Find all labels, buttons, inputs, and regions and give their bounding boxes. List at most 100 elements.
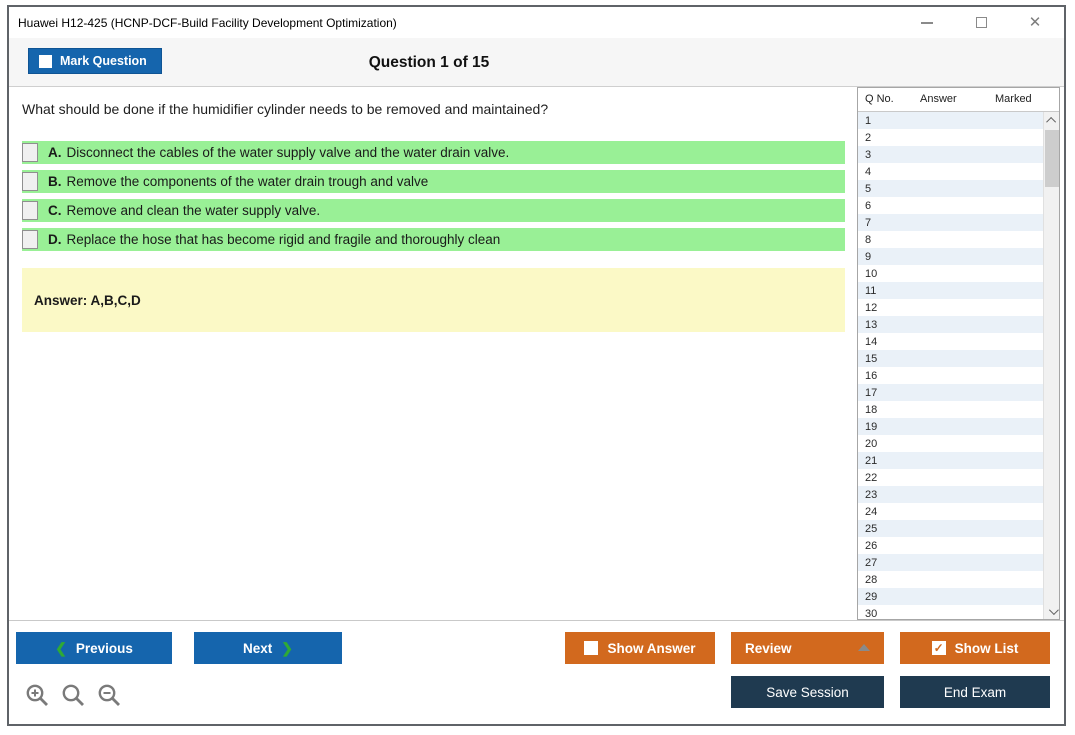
qlist-row[interactable]: 25	[858, 520, 1043, 537]
qlist-row-number: 26	[865, 539, 878, 552]
qlist-row[interactable]: 7	[858, 214, 1043, 231]
show-list-checkbox[interactable]: ✓	[931, 641, 946, 655]
save-session-button[interactable]: Save Session	[731, 676, 884, 708]
qlist-row[interactable]: 4	[858, 163, 1043, 180]
qlist-row-number: 8	[865, 233, 872, 246]
qlist-row[interactable]: 28	[858, 571, 1043, 588]
maximize-button[interactable]	[974, 16, 988, 30]
exam-window: Huawei H12-425 (HCNP-DCF-Build Facility …	[7, 5, 1066, 726]
scroll-thumb[interactable]	[1045, 130, 1059, 187]
zoom-reset-icon	[62, 684, 84, 706]
zoom-out-button[interactable]	[97, 683, 123, 709]
show-answer-label: Show Answer	[607, 640, 696, 656]
qlist-row[interactable]: 9	[858, 248, 1043, 265]
qlist-row-number: 25	[865, 522, 878, 535]
qlist-row[interactable]: 3	[858, 146, 1043, 163]
option-checkbox[interactable]	[22, 172, 38, 191]
end-exam-button[interactable]: End Exam	[900, 676, 1050, 708]
qlist-row[interactable]: 16	[858, 367, 1043, 384]
next-button[interactable]: Next ❯	[194, 632, 342, 664]
title-bar: Huawei H12-425 (HCNP-DCF-Build Facility …	[9, 7, 1064, 38]
option-text: Remove and clean the water supply valve.	[66, 203, 321, 218]
qlist-row[interactable]: 23	[858, 486, 1043, 503]
qlist-row-number: 14	[865, 335, 878, 348]
zoom-toolbar	[25, 683, 123, 709]
qlist-row[interactable]: 1	[858, 112, 1043, 129]
option-checkbox[interactable]	[22, 201, 38, 220]
qlist-row[interactable]: 12	[858, 299, 1043, 316]
qlist-row-number: 11	[865, 284, 877, 297]
chevron-left-icon: ❮	[55, 639, 67, 656]
option-row[interactable]: A. Disconnect the cables of the water su…	[22, 141, 845, 164]
review-label: Review	[745, 640, 792, 656]
dropdown-up-icon	[858, 644, 870, 651]
qlist-row[interactable]: 24	[858, 503, 1043, 520]
window-title: Huawei H12-425 (HCNP-DCF-Build Facility …	[18, 15, 397, 30]
review-button[interactable]: Review	[731, 632, 884, 664]
qlist-row[interactable]: 6	[858, 197, 1043, 214]
option-row[interactable]: C. Remove and clean the water supply val…	[22, 199, 845, 222]
chevron-right-icon: ❯	[281, 639, 293, 656]
qlist-row-number: 21	[865, 454, 878, 467]
qlist-row[interactable]: 2	[858, 129, 1043, 146]
scroll-up-icon	[1045, 116, 1056, 127]
option-letter: C.	[48, 203, 62, 218]
qlist-row-number: 10	[865, 267, 878, 280]
minimize-button[interactable]	[920, 16, 934, 30]
qlist-row-number: 18	[865, 403, 878, 416]
qlist-row[interactable]: 14	[858, 333, 1043, 350]
footer-bar: ❮ Previous Next ❯ Show Answer Review ✓ S…	[9, 620, 1064, 724]
qlist-row-number: 17	[865, 386, 878, 399]
qlist-row[interactable]: 5	[858, 180, 1043, 197]
option-checkbox[interactable]	[22, 143, 38, 162]
previous-label: Previous	[75, 640, 133, 656]
window-controls: ✕	[920, 15, 1042, 30]
qlist-row-number: 1	[865, 114, 872, 127]
column-answer: Answer	[920, 93, 957, 105]
qlist-row[interactable]: 26	[858, 537, 1043, 554]
scroll-up-button[interactable]	[1044, 112, 1059, 128]
qlist-row[interactable]: 19	[858, 418, 1043, 435]
option-row[interactable]: D. Replace the hose that has become rigi…	[22, 228, 845, 251]
qlist-row[interactable]: 27	[858, 554, 1043, 571]
option-row[interactable]: B. Remove the components of the water dr…	[22, 170, 845, 193]
qlist-row[interactable]: 13	[858, 316, 1043, 333]
qlist-row[interactable]: 17	[858, 384, 1043, 401]
qlist-row[interactable]: 10	[858, 265, 1043, 282]
question-list-header: Q No. Answer Marked	[858, 88, 1059, 112]
question-list-body: 1 2 3 4 5 6 7 8 9 10 11 12 13 14 15 16 1…	[858, 112, 1059, 619]
main-area: What should be done if the humidifier cy…	[9, 87, 1064, 620]
question-panel: What should be done if the humidifier cy…	[9, 87, 852, 620]
show-list-button[interactable]: ✓ Show List	[900, 632, 1050, 664]
show-answer-checkbox[interactable]	[584, 641, 599, 655]
option-text: Remove the components of the water drain…	[66, 174, 429, 189]
qlist-row-number: 7	[865, 216, 872, 229]
close-button[interactable]: ✕	[1028, 15, 1042, 30]
show-answer-button[interactable]: Show Answer	[565, 632, 715, 664]
qlist-scrollbar[interactable]	[1043, 112, 1059, 619]
qlist-row-number: 4	[865, 165, 872, 178]
qlist-row[interactable]: 22	[858, 469, 1043, 486]
qlist-row[interactable]: 15	[858, 350, 1043, 367]
zoom-out-icon	[98, 684, 120, 706]
option-letter: A.	[48, 145, 62, 160]
qlist-row-number: 24	[865, 505, 878, 518]
qlist-row[interactable]: 18	[858, 401, 1043, 418]
qlist-row[interactable]: 8	[858, 231, 1043, 248]
qlist-row-number: 2	[865, 131, 872, 144]
qlist-row[interactable]: 11	[858, 282, 1043, 299]
scroll-down-button[interactable]	[1044, 603, 1059, 619]
option-text: Replace the hose that has become rigid a…	[66, 232, 501, 247]
qlist-row-number: 15	[865, 352, 878, 365]
qlist-row[interactable]: 30	[858, 605, 1043, 620]
zoom-in-button[interactable]	[25, 683, 51, 709]
qlist-row[interactable]: 20	[858, 435, 1043, 452]
zoom-reset-button[interactable]	[61, 683, 87, 709]
option-letter: D.	[48, 232, 62, 247]
qlist-row[interactable]: 21	[858, 452, 1043, 469]
end-exam-label: End Exam	[943, 684, 1007, 700]
qlist-row[interactable]: 29	[858, 588, 1043, 605]
option-checkbox[interactable]	[22, 230, 38, 249]
previous-button[interactable]: ❮ Previous	[16, 632, 172, 664]
qlist-row-number: 9	[865, 250, 872, 263]
